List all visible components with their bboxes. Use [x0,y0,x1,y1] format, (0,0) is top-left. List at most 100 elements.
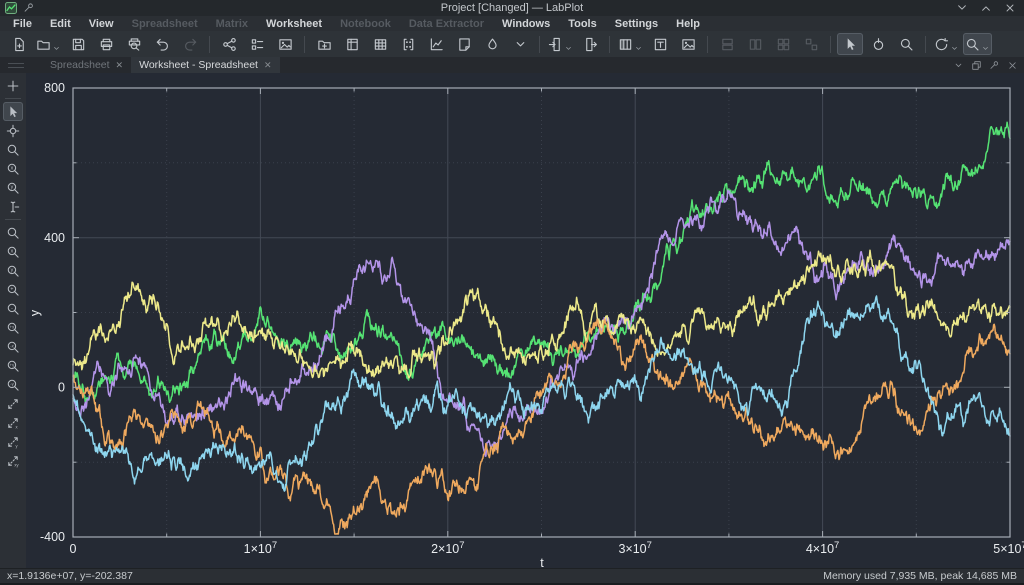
x-tick-label: 3×107 [618,540,651,556]
new-spreadsheet-button[interactable] [367,33,393,55]
menu-help[interactable]: Help [667,16,709,31]
titlebar-pin-icon[interactable] [23,2,35,14]
new-project-button[interactable] [6,33,32,55]
svg-text:y: y [11,267,14,273]
svg-text:x: x [15,424,18,429]
grid-layout-button [770,33,796,55]
menu-matrix: Matrix [207,16,257,31]
auto-scale-y-button[interactable]: y [3,432,23,451]
cursor-position: x=1.9136e+07, y=-202.387 [7,570,133,582]
open-project-button[interactable] [34,33,63,55]
add-image-button[interactable] [675,33,701,55]
menu-tools[interactable]: Tools [559,16,606,31]
toolbar-separator [5,98,21,99]
menu-data-extractor: Data Extractor [400,16,493,31]
plot-zoom-select-button[interactable] [3,223,23,242]
menu-edit[interactable]: Edit [41,16,80,31]
zoom-in-button[interactable]: + [3,280,23,299]
auto-scale-x-button[interactable]: x [3,413,23,432]
menu-view[interactable]: View [80,16,123,31]
new-datapicker-button[interactable] [479,33,505,55]
tab-label: Spreadsheet [50,59,110,71]
svg-text:-y: -y [10,381,14,386]
close-button[interactable] [1004,2,1016,14]
worksheet-toolbar: xyxy+-+x-x+y-yxyxy [0,73,27,571]
toolbar-separator [304,36,305,53]
vertical-layout-button [714,33,740,55]
detach-subwindow-icon[interactable] [971,60,982,71]
subwindow-controls [953,57,1024,73]
zoom-x-select-button[interactable]: x [3,159,23,178]
x-tick-label: 1×107 [244,540,277,556]
pin-subwindow-icon[interactable] [989,60,1000,71]
add-text-label-button[interactable] [647,33,673,55]
undo-button[interactable] [149,33,175,55]
new-folder-button[interactable] [311,33,337,55]
plot-zoom-x-select-button[interactable]: x [3,242,23,261]
new-workbook-button[interactable] [339,33,365,55]
add-new-button[interactable] [3,76,23,95]
tab-worksheet-spreadsheet[interactable]: Worksheet - Spreadsheet✕ [131,57,279,73]
window-list-dropdown-icon[interactable] [953,60,964,71]
redo-button [177,33,203,55]
horizontal-layout-button [742,33,768,55]
magnification-button[interactable] [963,33,992,55]
select-and-edit-mode-button[interactable] [837,33,863,55]
new-note-button[interactable] [451,33,477,55]
zoom-out-button[interactable]: - [3,299,23,318]
svg-text:+y: +y [10,362,15,367]
plot-canvas[interactable]: 01×1072×1073×1074×1075×107-4000400800ty [26,73,1024,571]
menu-spreadsheet: Spreadsheet [123,16,207,31]
maximize-button[interactable] [980,2,992,14]
tabbar-drag-handle[interactable] [0,57,42,73]
close-subwindow-icon[interactable] [1007,60,1018,71]
tab-close-icon[interactable]: ✕ [264,61,272,70]
print-preview-button[interactable] [121,33,147,55]
zoom-y-select-button[interactable]: y [3,178,23,197]
toolbar-separator [539,36,540,53]
x-tick-label: 2×107 [431,540,464,556]
menu-worksheet[interactable]: Worksheet [257,16,331,31]
window-controls [956,2,1024,14]
auto-scale-xy-button[interactable]: xy [3,451,23,470]
toolbar-separator [707,36,708,53]
auto-scale-button[interactable] [3,394,23,413]
tab-spreadsheet[interactable]: Spreadsheet ✕ [42,57,131,73]
new-worksheet-button[interactable] [423,33,449,55]
main-toolbar [0,31,1024,58]
cursor-tool-button[interactable] [3,197,23,216]
more-new-items-button[interactable] [507,33,533,55]
zoom-select-button[interactable] [3,140,23,159]
tab-close-icon[interactable]: ✕ [116,61,124,70]
presenter-mode-button[interactable] [932,33,961,55]
toolbar-separator [830,36,831,53]
new-matrix-button[interactable] [395,33,421,55]
worksheet-view[interactable]: 01×1072×1073×1074×1075×107-4000400800ty [26,73,1024,571]
import-data-button[interactable] [546,33,575,55]
select-and-edit-button[interactable] [3,102,23,121]
svg-text:+: + [10,286,13,292]
memory-usage: Memory used 7,935 MB, peak 14,685 MB [823,570,1017,582]
zoom-in-y-button[interactable]: +y [3,356,23,375]
y-axis-label: y [28,309,42,316]
break-layout-button [798,33,824,55]
worksheet-preview-button[interactable] [272,33,298,55]
properties-explorer-button[interactable] [244,33,270,55]
zoom-in-x-button[interactable]: +x [3,318,23,337]
zoom-out-y-button[interactable]: -y [3,375,23,394]
y-tick-label: 800 [44,81,65,95]
navigate-button[interactable] [3,121,23,140]
print-button[interactable] [93,33,119,55]
menu-file[interactable]: File [4,16,41,31]
navigate-mode-button[interactable] [865,33,891,55]
menu-settings[interactable]: Settings [606,16,667,31]
zoom-select-mode-button[interactable] [893,33,919,55]
save-project-button[interactable] [65,33,91,55]
project-explorer-button[interactable] [216,33,242,55]
plot-zoom-y-select-button[interactable]: y [3,261,23,280]
menu-windows[interactable]: Windows [493,16,559,31]
add-plot-area-button[interactable] [616,33,645,55]
export-data-button[interactable] [577,33,603,55]
minimize-button[interactable] [956,2,968,14]
zoom-out-x-button[interactable]: -x [3,337,23,356]
